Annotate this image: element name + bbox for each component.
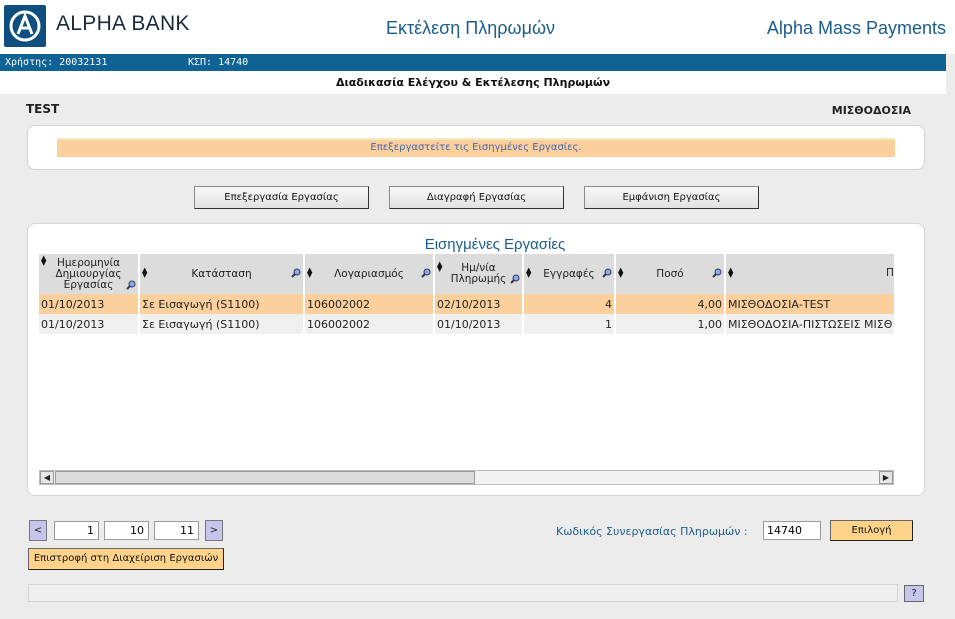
search-icon[interactable] [421, 268, 431, 278]
edit-job-button[interactable]: Επεξεργασία Εργασίας [194, 186, 369, 209]
company-label: TEST [26, 102, 60, 116]
app-header: ALPHA BANK Εκτέλεση Πληρωμών Alpha Mass … [0, 0, 955, 54]
col-header-status[interactable]: ▲ ▼ Κατάσταση [139, 254, 305, 294]
cell-created-date: 01/10/2013 [39, 294, 140, 314]
message-panel: Επεξεργαστείτε τις Εισηγμένες Εργασίες. [27, 125, 925, 170]
page-size-input[interactable] [104, 521, 149, 540]
col-header-account[interactable]: ▲ ▼ Λογαριασμός [304, 254, 435, 294]
select-button[interactable]: Επιλογή [830, 520, 913, 541]
search-icon[interactable] [712, 268, 722, 278]
scroll-right-icon[interactable]: ▶ [879, 471, 893, 484]
cell-description: ΜΙΣΘΟΔΟΣΙΑ-TEST [725, 294, 894, 314]
user-id: Χρήστης: 20032131 [5, 57, 108, 68]
page-from-input[interactable] [54, 521, 99, 540]
cell-payment-date: 02/10/2013 [434, 294, 524, 314]
search-icon[interactable] [291, 268, 301, 278]
col-header-amount[interactable]: ▲ ▼ Ποσό [615, 254, 726, 294]
info-message: Επεξεργαστείτε τις Εισηγμένες Εργασίες. [57, 138, 895, 157]
delete-job-button[interactable]: Διαγραφή Εργασίας [389, 186, 564, 209]
page-heading: Εκτέλεση Πληρωμών [386, 18, 556, 38]
app-name: Alpha Mass Payments [766, 18, 946, 38]
sort-icon[interactable]: ▲ ▼ [142, 267, 147, 279]
cell-records: 4 [523, 294, 616, 314]
cell-account: 106002002 [304, 294, 435, 314]
grid-title: Εισηγμένες Εργασίες [424, 236, 566, 253]
ksp-code: ΚΣΠ: 14740 [188, 57, 249, 68]
brand-name: ALPHA BANK [56, 12, 190, 35]
user-info-bar: Χρήστης: 20032131 ΚΣΠ: 14740 [0, 54, 946, 71]
next-page-button[interactable]: > [205, 520, 223, 541]
table-row[interactable]: 01/10/2013 Σε Εισαγωγή (S1100) 106002002… [39, 314, 894, 334]
sort-icon[interactable]: ▲ ▼ [307, 267, 312, 279]
show-job-button[interactable]: Εμφάνιση Εργασίας [584, 186, 759, 209]
col-header-description[interactable]: ▲▼ Πε [725, 254, 894, 294]
sort-icon[interactable]: ▲ ▼ [437, 261, 442, 273]
col-header-records[interactable]: ▲ ▼ Εγγραφές [523, 254, 616, 294]
cell-created-date: 01/10/2013 [39, 314, 140, 334]
alpha-bank-logo-icon [4, 5, 46, 47]
process-subtitle: Διαδικασία Ελέγχου & Εκτέλεσης Πληρωμών [0, 71, 946, 94]
horizontal-scrollbar[interactable]: ◀ ▶ [39, 470, 894, 485]
jobs-grid-panel: Εισηγμένες Εργασίες ▲ ▼ Ημερομηνία Δημιου… [27, 223, 925, 496]
cell-status: Σε Εισαγωγή (S1100) [139, 294, 305, 314]
cell-records: 1 [523, 314, 616, 334]
scroll-left-icon[interactable]: ◀ [40, 471, 54, 484]
cell-amount: 4,00 [615, 294, 726, 314]
back-to-jobs-button[interactable]: Επιστροφή στη Διαχείριση Εργασιών [28, 548, 224, 570]
sort-icon[interactable]: ▲ ▼ [41, 255, 46, 267]
jobs-grid: ▲ ▼ Ημερομηνία Δημιουργίας Εργασίας ▲ ▼ Κα… [39, 254, 894, 470]
table-row[interactable]: 01/10/2013 Σε Εισαγωγή (S1100) 106002002… [39, 294, 894, 314]
sort-icon[interactable]: ▲ ▼ [618, 267, 623, 279]
col-header-payment-date[interactable]: ▲ ▼ Ημ/νία Πληρωμής [434, 254, 524, 294]
jobs-table: ▲ ▼ Ημερομηνία Δημιουργίας Εργασίας ▲ ▼ Κα… [39, 254, 894, 334]
cooperation-code-label: Κωδικός Συνεργασίας Πληρωμών : [556, 525, 748, 538]
payment-type-label: ΜΙΣΘΟΔΟΣΙΑ [831, 104, 911, 117]
search-icon[interactable] [126, 280, 136, 290]
help-button[interactable]: ? [904, 585, 924, 602]
search-icon[interactable] [510, 274, 520, 284]
cell-status: Σε Εισαγωγή (S1100) [139, 314, 305, 334]
table-header-row: ▲ ▼ Ημερομηνία Δημιουργίας Εργασίας ▲ ▼ Κα… [39, 254, 894, 294]
sort-icon[interactable]: ▲ ▼ [728, 267, 733, 279]
cell-amount: 1,00 [615, 314, 726, 334]
search-icon[interactable] [602, 268, 612, 278]
total-count-input[interactable] [154, 521, 199, 540]
status-bar [28, 584, 898, 602]
col-header-created-date[interactable]: ▲ ▼ Ημερομηνία Δημιουργίας Εργασίας [39, 254, 140, 294]
cell-payment-date: 01/10/2013 [434, 314, 524, 334]
cooperation-code-input[interactable] [763, 521, 821, 540]
sort-icon[interactable]: ▲ ▼ [526, 267, 531, 279]
prev-page-button[interactable]: < [29, 520, 47, 541]
cell-description: ΜΙΣΘΟΔΟΣΙΑ-ΠΙΣΤΩΣΕΙΣ ΜΙΣΘ [725, 314, 894, 334]
cell-account: 106002002 [304, 314, 435, 334]
scroll-thumb[interactable] [55, 471, 475, 484]
